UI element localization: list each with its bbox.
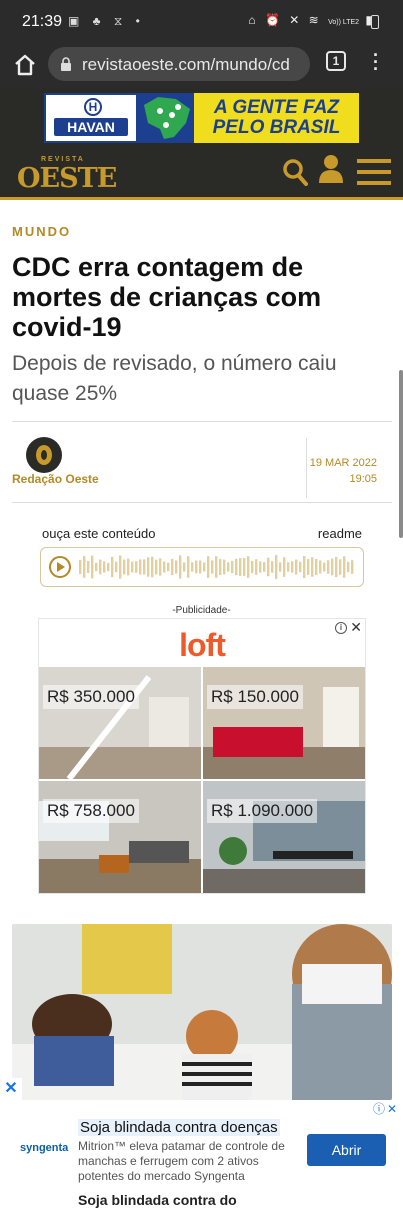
author-avatar[interactable] bbox=[26, 437, 62, 473]
interior-photo bbox=[39, 667, 201, 779]
next-headline[interactable]: Soja blindada contra do bbox=[78, 1192, 237, 1208]
article-title: CDC erra contagem de mortes de crianças … bbox=[12, 252, 322, 342]
listing-price: R$ 350.000 bbox=[43, 685, 139, 709]
listing-price: R$ 150.000 bbox=[207, 685, 303, 709]
ad-info-icon[interactable]: i bbox=[335, 622, 347, 634]
lock-icon bbox=[61, 57, 71, 71]
audio-provider[interactable]: readme bbox=[318, 526, 362, 541]
author-name[interactable]: Redação Oeste bbox=[12, 472, 99, 486]
waveform[interactable] bbox=[79, 553, 357, 581]
browser-menu-icon[interactable]: · · · bbox=[372, 46, 380, 78]
divider bbox=[12, 421, 392, 422]
listing-tile[interactable]: R$ 1.090.000 bbox=[203, 781, 365, 893]
listing-tile[interactable]: R$ 350.000 bbox=[39, 667, 201, 779]
listing-tile[interactable]: R$ 150.000 bbox=[203, 667, 365, 779]
url-field[interactable]: revistaoeste.com/mundo/cd bbox=[48, 47, 310, 81]
tab-switcher-button[interactable]: 1 bbox=[326, 51, 346, 71]
open-button[interactable]: Abrir bbox=[307, 1134, 386, 1166]
close-icon[interactable]: ✕ bbox=[0, 1078, 22, 1100]
search-icon[interactable] bbox=[282, 158, 308, 186]
status-bar: 21:39 ▣ ♣ ⧖ • ⌂ ⏰ ✕ ≋ Vo)) LTE2 ▮ bbox=[0, 0, 403, 44]
hamburger-menu-icon[interactable] bbox=[357, 159, 391, 185]
ad-title[interactable]: Soja blindada contra doenças bbox=[78, 1119, 280, 1136]
header-ad-banner[interactable]: H HAVAN A GENTE FAZ PELO BRASIL bbox=[44, 93, 359, 143]
listing-tile[interactable]: R$ 758.000 bbox=[39, 781, 201, 893]
ad-label: -Publicidade- bbox=[172, 605, 231, 616]
interior-photo bbox=[39, 781, 201, 893]
section-label[interactable]: MUNDO bbox=[12, 224, 71, 239]
advertiser-logo: syngenta bbox=[20, 1142, 69, 1154]
audio-label: ouça este conteúdo bbox=[42, 526, 156, 541]
scrollbar[interactable] bbox=[399, 370, 403, 538]
battery-icon bbox=[371, 15, 379, 29]
status-time: 21:39 bbox=[22, 13, 63, 30]
home-icon[interactable] bbox=[12, 52, 38, 78]
network-label: Vo)) LTE2 bbox=[328, 19, 360, 26]
play-icon[interactable] bbox=[49, 556, 71, 578]
interior-photo bbox=[203, 667, 365, 779]
brazil-map-icon bbox=[138, 93, 196, 143]
site-header: H HAVAN A GENTE FAZ PELO BRASIL REVISTA … bbox=[0, 88, 403, 200]
interior-photo bbox=[203, 781, 365, 893]
url-text: revistaoeste.com/mundo/cd bbox=[82, 55, 290, 74]
article-photo bbox=[12, 924, 392, 1100]
divider bbox=[12, 502, 392, 503]
havan-logo: H HAVAN bbox=[44, 93, 138, 143]
listing-price: R$ 758.000 bbox=[43, 799, 139, 823]
adchoices-icon[interactable]: ⓘ✕ bbox=[373, 1100, 399, 1117]
ad-close-icon[interactable]: ✕ bbox=[350, 619, 362, 636]
loft-logo: loft bbox=[179, 627, 226, 663]
user-icon[interactable] bbox=[318, 154, 344, 184]
publish-date: 19 MAR 2022 19:05 bbox=[309, 457, 377, 485]
browser-toolbar: revistaoeste.com/mundo/cd 1 · · · bbox=[0, 44, 403, 88]
notification-icons: ▣ ♣ ⧖ • bbox=[68, 14, 145, 28]
bottom-ad[interactable]: ✕ ⓘ✕ syngenta Soja blindada contra doenç… bbox=[0, 1078, 403, 1208]
article-subtitle: Depois de revisado, o número caiu quase … bbox=[12, 352, 337, 405]
audio-player[interactable] bbox=[40, 547, 364, 587]
divider bbox=[306, 438, 307, 498]
ad-text: Mitrion™ eleva patamar de controle de ma… bbox=[78, 1139, 285, 1183]
loft-ad[interactable]: loft i ✕ R$ 350.000 R$ 150.000 R$ 758.00… bbox=[38, 618, 366, 894]
system-icons: ⌂ ⏰ ✕ ≋ Vo)) LTE2 ▮ bbox=[248, 13, 375, 27]
havan-brand: HAVAN bbox=[54, 118, 128, 136]
listing-price: R$ 1.090.000 bbox=[207, 799, 318, 823]
ad-slogan: A GENTE FAZ PELO BRASIL bbox=[194, 93, 359, 143]
